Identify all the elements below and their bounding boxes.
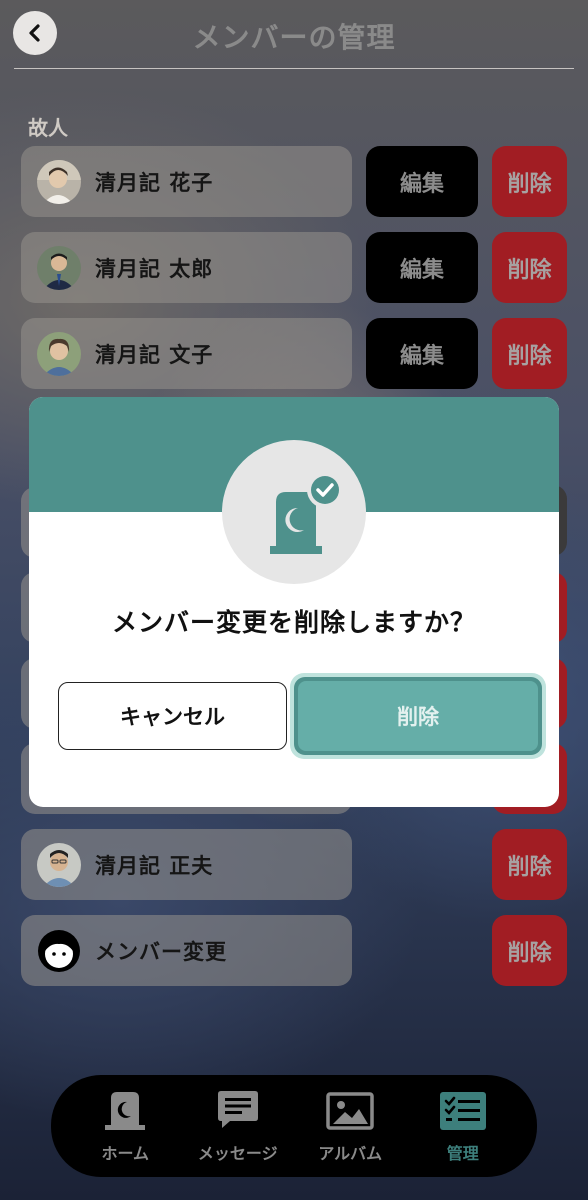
default-avatar-icon: [37, 929, 81, 973]
confirm-delete-label: 削除: [298, 681, 538, 751]
tab-album[interactable]: アルバム: [300, 1088, 400, 1164]
gravestone-check-icon: [270, 472, 343, 554]
member-name: 清月記 太郎: [95, 256, 214, 281]
tab-label: 管理: [446, 1144, 479, 1163]
page-title: メンバーの管理: [192, 21, 396, 54]
avatar: [37, 331, 81, 376]
tab-label: ホーム: [101, 1144, 150, 1163]
delete-button[interactable]: 削除: [492, 146, 567, 217]
gravestone-icon: [105, 1092, 146, 1130]
delete-button[interactable]: 削除: [492, 318, 567, 389]
member-name: 清月記 花子: [95, 170, 214, 195]
tab-label: アルバム: [318, 1144, 383, 1163]
member-row: 清月記 花子: [21, 146, 352, 217]
avatar: [37, 159, 81, 204]
member-name: 清月記 文子: [95, 342, 214, 367]
tab-home[interactable]: ホーム: [75, 1088, 175, 1164]
dialog-icon-circle: [222, 440, 366, 584]
member-row: メンバー変更: [21, 915, 352, 986]
member-name: メンバー変更: [95, 939, 227, 964]
avatar: [37, 842, 81, 887]
delete-button[interactable]: 削除: [492, 232, 567, 303]
message-icon: [217, 1091, 258, 1128]
confirm-delete-button[interactable]: 削除: [290, 673, 546, 759]
tab-label: メッセージ: [197, 1144, 278, 1163]
member-row: 清月記 太郎: [21, 232, 352, 303]
edit-button[interactable]: 編集: [366, 318, 478, 389]
header-divider: [14, 68, 574, 69]
checklist-icon: [439, 1092, 486, 1130]
delete-button[interactable]: 削除: [492, 915, 567, 986]
header: メンバーの管理: [0, 0, 588, 70]
dialog-question: メンバー変更を削除しますか？: [111, 608, 476, 637]
confirm-delete-dialog: メンバー変更を削除しますか？ キャンセル 削除: [29, 397, 559, 807]
avatar: [37, 245, 81, 290]
member-row: 清月記 正夫: [21, 829, 352, 900]
member-name: 清月記 正夫: [95, 853, 214, 878]
edit-button[interactable]: 編集: [366, 232, 478, 303]
album-icon: [326, 1092, 374, 1130]
cancel-button[interactable]: キャンセル: [58, 682, 287, 750]
tab-message[interactable]: メッセージ: [188, 1088, 288, 1164]
member-row: 清月記 文子: [21, 318, 352, 389]
tab-management[interactable]: 管理: [413, 1088, 513, 1164]
delete-button[interactable]: 削除: [492, 829, 567, 900]
bottom-tab-bar: ホーム メッセージ アルバム 管理: [51, 1075, 537, 1177]
section-label: 故人: [28, 116, 68, 140]
edit-button[interactable]: 編集: [366, 146, 478, 217]
